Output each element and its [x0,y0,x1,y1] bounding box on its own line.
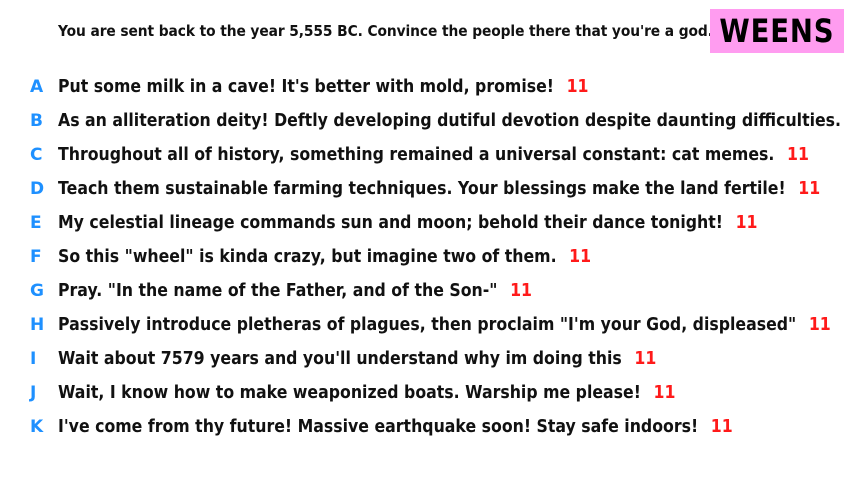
answer-letter: E [30,213,42,233]
answer-score: 11 [798,179,821,199]
answer-text: So this "wheel" is kinda crazy, but imag… [58,247,557,267]
answer-letter: F [30,247,42,267]
answer-text: Wait about 7579 years and you'll underst… [58,349,622,369]
answer-letter: J [30,383,37,403]
answer-text: Put some milk in a cave! It's better wit… [58,77,554,97]
answer-letter: D [30,179,45,199]
answer-score: 11 [566,77,589,97]
answer-letter: G [30,281,44,301]
answer-score: 11 [653,383,676,403]
answer-text: As an alliteration deity! Deftly develop… [58,111,842,131]
answer-letter: K [30,417,44,437]
brand-badge: WEENS [710,9,844,53]
answer-score: 11 [735,213,758,233]
answer-text: Wait, I know how to make weaponized boat… [58,383,641,403]
answer-letter: A [30,77,44,97]
answer-text: Passively introduce pletheras of plagues… [58,315,797,335]
brand-logo-text: WEENS [719,12,835,50]
answer-letter: H [30,315,45,335]
answer-score: 11 [710,417,733,437]
answer-score: 11 [510,281,533,301]
answer-score: 11 [634,349,657,369]
answer-score: 11 [569,247,592,267]
answer-score: 11 [787,145,809,165]
answer-text: Teach them sustainable farming technique… [58,179,786,199]
answer-letter: C [30,145,43,165]
prompt-text: You are sent back to the year 5,555 BC. … [58,22,713,40]
answer-text: I've come from thy future! Massive earth… [58,417,699,437]
answer-text: Pray. "In the name of the Father, and of… [58,281,498,301]
answer-text: Throughout all of history, something rem… [58,145,775,165]
answer-score: 11 [808,315,831,335]
answer-letter: B [30,111,43,131]
answer-text: My celestial lineage commands sun and mo… [58,213,723,233]
answer-letter: I [30,349,37,369]
